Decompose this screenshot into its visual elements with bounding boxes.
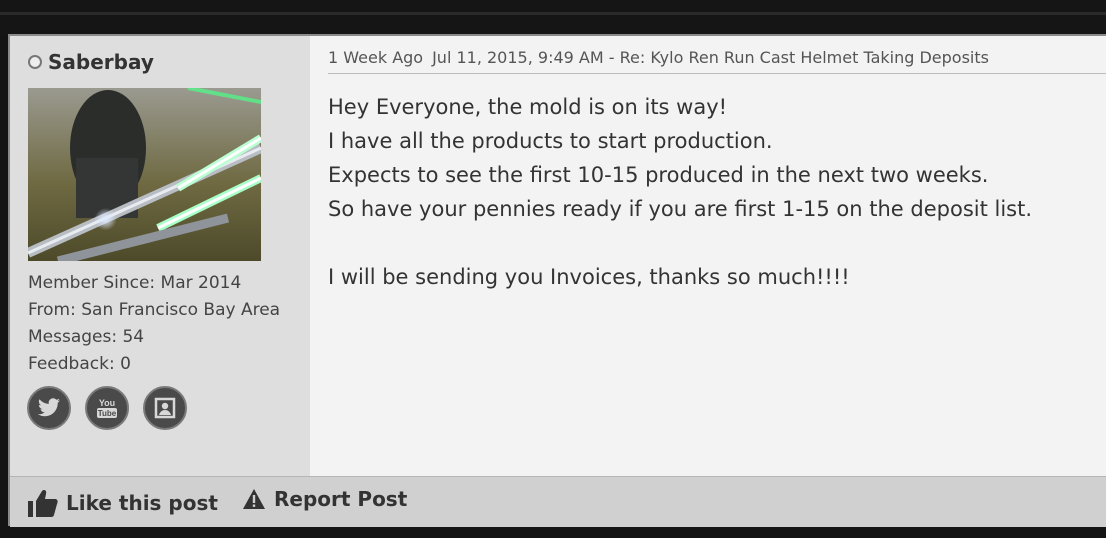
post-content: 1 Week Ago Jul 11, 2015, 9:49 AM - Re: Ky…: [310, 36, 1106, 476]
user-location: From: San Francisco Bay Area: [28, 300, 281, 320]
post-header: 1 Week Ago Jul 11, 2015, 9:49 AM - Re: Ky…: [328, 48, 1106, 74]
report-label: Report Post: [274, 487, 408, 511]
avatar[interactable]: [28, 88, 261, 261]
thumbs-up-icon: [28, 490, 58, 517]
post-body: Hey Everyone, the mold is on its way! I …: [328, 90, 1032, 294]
username[interactable]: Saberbay: [48, 50, 154, 74]
feedback-count: Feedback: 0: [28, 354, 131, 374]
user-meta: Member Since: Mar 2014 From: San Francis…: [28, 270, 280, 378]
social-links: You Tube: [27, 386, 187, 430]
twitter-icon[interactable]: [27, 386, 71, 430]
member-since: Member Since: Mar 2014: [28, 273, 242, 293]
forum-post: Saberbay Member Since: Mar 2014 From: Sa…: [8, 34, 1106, 527]
post-date[interactable]: Jul 11, 2015, 9:49 AM: [432, 48, 604, 67]
like-label: Like this post: [66, 491, 218, 515]
post-age[interactable]: 1 Week Ago: [328, 48, 423, 67]
report-post-button[interactable]: Report Post: [242, 487, 407, 511]
top-band: [0, 0, 1106, 36]
profile-icon[interactable]: [143, 386, 187, 430]
svg-text:You: You: [99, 398, 115, 408]
post-footer: Like this post Report Post: [10, 476, 1106, 527]
svg-text:Tube: Tube: [98, 409, 117, 418]
like-button[interactable]: Like this post: [28, 489, 218, 517]
user-row: Saberbay: [28, 50, 154, 74]
post-line: I have all the products to start product…: [328, 129, 773, 153]
post-line: I will be sending you Invoices, thanks s…: [328, 265, 850, 289]
message-count: Messages: 54: [28, 327, 145, 347]
user-sidebar: Saberbay Member Since: Mar 2014 From: Sa…: [10, 36, 310, 476]
offline-status-icon: [28, 55, 42, 69]
youtube-icon[interactable]: You Tube: [85, 386, 129, 430]
post-line: Hey Everyone, the mold is on its way!: [328, 95, 728, 119]
post-line: Expects to see the first 10-15 produced …: [328, 163, 989, 187]
post-line: So have your pennies ready if you are fi…: [328, 197, 1033, 221]
warning-icon: [243, 489, 265, 509]
post-subject: - Re: Kylo Ren Run Cast Helmet Taking De…: [608, 48, 989, 67]
